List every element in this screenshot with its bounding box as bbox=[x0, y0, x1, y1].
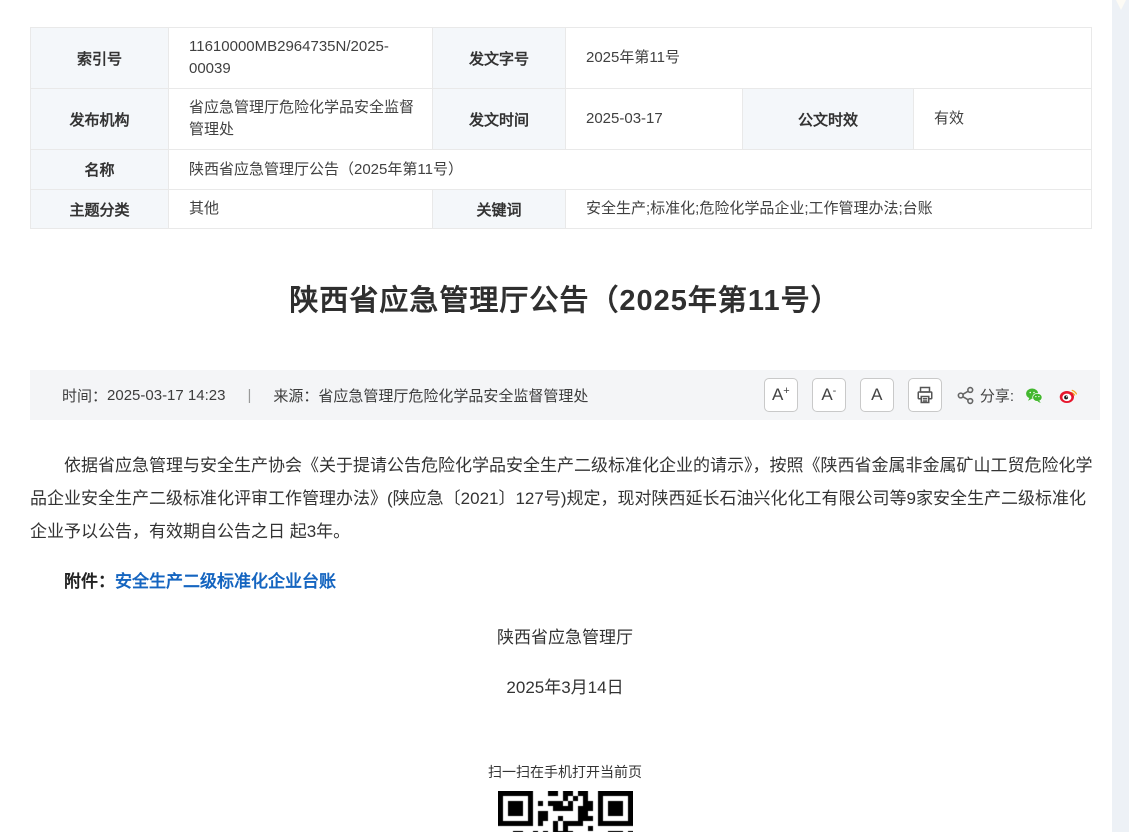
validity-label: 公文时效 bbox=[743, 89, 914, 150]
share-icon bbox=[956, 386, 975, 405]
table-row: 主题分类 其他 关键词 安全生产;标准化;危险化学品企业;工作管理办法;台账 bbox=[31, 190, 1092, 229]
page-title: 陕西省应急管理厅公告（2025年第11号） bbox=[30, 277, 1100, 319]
document-page: 索引号 11610000MB2964735N/2025-00039 发文字号 2… bbox=[30, 27, 1100, 832]
index-no-value: 11610000MB2964735N/2025-00039 bbox=[169, 28, 433, 89]
keywords-value: 安全生产;标准化;危险化学品企业;工作管理办法;台账 bbox=[566, 190, 1092, 229]
doc-no-value: 2025年第11号 bbox=[566, 28, 1092, 89]
weibo-share-button[interactable] bbox=[1059, 384, 1082, 407]
index-no-label: 索引号 bbox=[31, 28, 169, 89]
source-label: 来源： bbox=[273, 385, 318, 406]
font-decrease-sup: - bbox=[833, 386, 837, 397]
signoff-organization: 陕西省应急管理厅 bbox=[30, 623, 1100, 648]
name-label: 名称 bbox=[31, 150, 169, 190]
publisher-value: 省应急管理厅危险化学品安全监督管理处 bbox=[169, 89, 433, 150]
table-row: 发布机构 省应急管理厅危险化学品安全监督管理处 发文时间 2025-03-17 … bbox=[31, 89, 1092, 150]
category-label: 主题分类 bbox=[31, 190, 169, 229]
font-increase-button[interactable]: A+ bbox=[764, 378, 798, 412]
qr-code bbox=[498, 791, 633, 832]
share-group: 分享: bbox=[956, 384, 1082, 407]
source-value: 省应急管理厅危险化学品安全监督管理处 bbox=[318, 385, 588, 406]
font-decrease-label: A bbox=[821, 385, 832, 405]
signoff-date: 2025年3月14日 bbox=[30, 673, 1100, 698]
attachment-line: 附件：安全生产二级标准化企业台账 bbox=[30, 567, 1100, 597]
pub-date-value: 2025-03-17 bbox=[566, 89, 743, 150]
print-button[interactable] bbox=[908, 378, 942, 412]
weibo-icon bbox=[1059, 384, 1077, 407]
validity-value: 有效 bbox=[914, 89, 1092, 150]
printer-icon bbox=[916, 386, 934, 404]
scrollbar-thumb[interactable] bbox=[1116, 0, 1126, 10]
document-meta-table: 索引号 11610000MB2964735N/2025-00039 发文字号 2… bbox=[30, 27, 1092, 229]
article-body: 依据省应急管理与安全生产协会《关于提请公告危险化学品安全生产二级标准化企业的请示… bbox=[30, 449, 1100, 548]
table-row: 索引号 11610000MB2964735N/2025-00039 发文字号 2… bbox=[31, 28, 1092, 89]
keywords-label: 关键词 bbox=[433, 190, 566, 229]
separator: | bbox=[247, 387, 251, 404]
time-value: 2025-03-17 14:23 bbox=[107, 387, 225, 404]
font-reset-button[interactable]: A bbox=[860, 378, 894, 412]
font-decrease-button[interactable]: A- bbox=[812, 378, 846, 412]
pub-date-label: 发文时间 bbox=[433, 89, 566, 150]
qr-caption: 扫一扫在手机打开当前页 bbox=[30, 762, 1100, 782]
doc-no-label: 发文字号 bbox=[433, 28, 566, 89]
wechat-share-button[interactable] bbox=[1025, 384, 1048, 407]
qr-section: 扫一扫在手机打开当前页 bbox=[30, 762, 1100, 832]
font-increase-label: A bbox=[772, 385, 783, 405]
publisher-label: 发布机构 bbox=[31, 89, 169, 150]
time-label: 时间： bbox=[62, 385, 107, 406]
article-meta-bar: 时间： 2025-03-17 14:23 | 来源： 省应急管理厅危险化学品安全… bbox=[30, 370, 1100, 420]
attachment-label: 附件： bbox=[64, 572, 115, 591]
font-reset-label: A bbox=[871, 385, 882, 405]
attachment-link[interactable]: 安全生产二级标准化企业台账 bbox=[115, 572, 336, 591]
category-value: 其他 bbox=[169, 190, 433, 229]
wechat-icon bbox=[1025, 384, 1043, 407]
scrollbar[interactable] bbox=[1112, 0, 1129, 832]
table-row: 名称 陕西省应急管理厅公告（2025年第11号） bbox=[31, 150, 1092, 190]
font-increase-sup: + bbox=[783, 386, 789, 397]
share-label: 分享: bbox=[980, 385, 1014, 406]
name-value: 陕西省应急管理厅公告（2025年第11号） bbox=[169, 150, 1092, 190]
